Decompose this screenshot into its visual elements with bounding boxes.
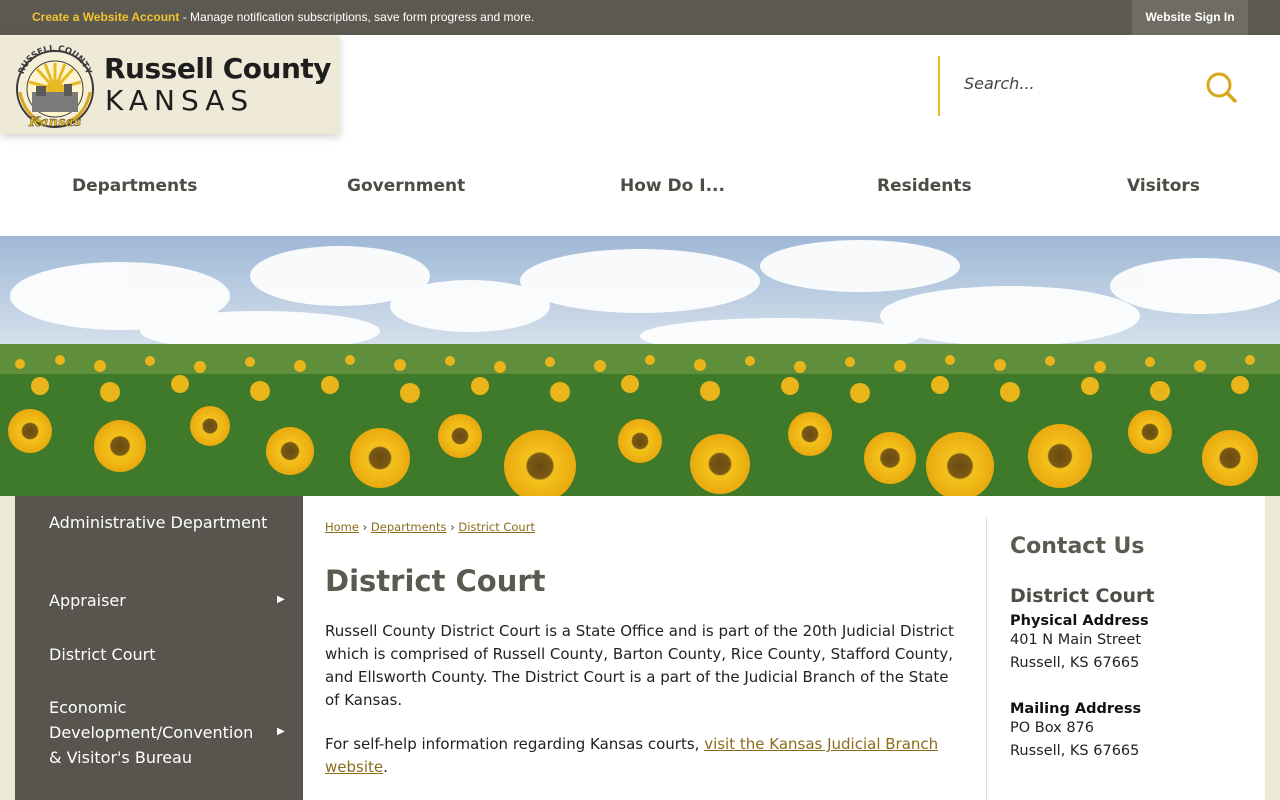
breadcrumb-separator: ›: [362, 520, 368, 534]
physical-address-line1: 401 N Main Street: [1010, 632, 1142, 648]
breadcrumb-departments[interactable]: Departments: [371, 520, 447, 534]
self-help-text: For self-help information regarding Kans…: [325, 735, 705, 753]
sunflower-field-image: [0, 236, 1280, 496]
nav-visitors[interactable]: Visitors: [1127, 176, 1200, 196]
nav-how-do-i[interactable]: How Do I...: [620, 176, 725, 196]
account-message: Create a Website Account - Manage notifi…: [32, 10, 534, 24]
mailing-address-line2: Russell, KS 67665: [1010, 743, 1140, 759]
svg-text:Kansas: Kansas: [28, 115, 82, 130]
sidebar-item-district-court[interactable]: District Court: [49, 642, 269, 667]
self-help-paragraph: For self-help information regarding Kans…: [325, 733, 965, 779]
page-body: Russell County District Court is a State…: [325, 620, 965, 779]
submenu-arrow-icon[interactable]: ▶: [277, 594, 285, 605]
sign-in-button[interactable]: Website Sign In: [1132, 0, 1248, 35]
breadcrumb-home[interactable]: Home: [325, 520, 359, 534]
submenu-arrow-icon[interactable]: ▶: [277, 726, 285, 737]
state-name: KANSAS: [105, 84, 255, 117]
site-logo[interactable]: Kansas RUSSELL COUNTY Russell County KAN…: [0, 36, 340, 134]
physical-address-line2: Russell, KS 67665: [1010, 655, 1140, 671]
contact-heading: Contact Us: [1010, 534, 1145, 559]
breadcrumb-district-court[interactable]: District Court: [458, 520, 535, 534]
account-message-text: - Manage notification subscriptions, sav…: [179, 10, 535, 24]
column-divider: [986, 518, 987, 800]
sidebar-item-administrative-department[interactable]: Administrative Department: [49, 510, 269, 535]
intro-paragraph: Russell County District Court is a State…: [325, 622, 954, 709]
search-input[interactable]: Search...: [964, 74, 1035, 93]
search-box[interactable]: Search...: [938, 56, 1248, 116]
contact-us-panel: Contact Us District Court Physical Addre…: [1010, 534, 1260, 763]
sidebar-item-appraiser[interactable]: Appraiser: [49, 588, 269, 613]
nav-departments[interactable]: Departments: [72, 176, 197, 196]
sidebar-nav: Administrative Department Appraiser ▶ Di…: [15, 496, 303, 800]
main-nav: Departments Government How Do I... Resid…: [0, 160, 1280, 214]
page-title: District Court: [325, 564, 546, 598]
main-content: Home › Departments › District Court Dist…: [303, 496, 1265, 800]
breadcrumb: Home › Departments › District Court: [325, 520, 535, 534]
mailing-address-line1: PO Box 876: [1010, 720, 1095, 736]
county-name: Russell County: [104, 52, 332, 85]
top-bar: Create a Website Account - Manage notifi…: [0, 0, 1280, 35]
nav-government[interactable]: Government: [347, 176, 465, 196]
self-help-suffix: .: [383, 758, 388, 776]
contact-org-name[interactable]: District Court: [1010, 585, 1260, 607]
nav-residents[interactable]: Residents: [877, 176, 972, 196]
county-seal-icon: Kansas RUSSELL COUNTY: [16, 44, 94, 130]
sidebar-item-economic-development[interactable]: Economic Development/Convention & Visito…: [49, 695, 269, 770]
search-icon[interactable]: [1204, 70, 1238, 104]
hero-banner-image: [0, 236, 1280, 496]
mailing-address-label: Mailing Address: [1010, 701, 1142, 717]
create-account-link[interactable]: Create a Website Account: [32, 10, 179, 24]
physical-address-label: Physical Address: [1010, 613, 1149, 629]
breadcrumb-separator: ›: [450, 520, 455, 534]
